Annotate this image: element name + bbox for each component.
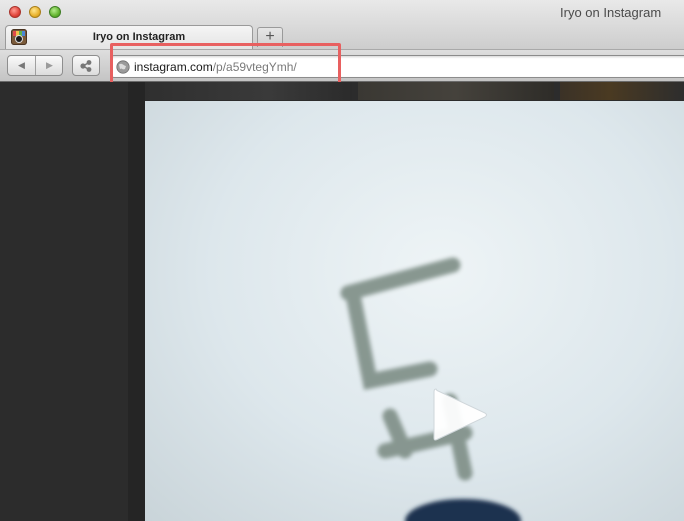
close-window-button[interactable] <box>9 6 21 18</box>
thumbnail-strip-image[interactable] <box>560 82 684 100</box>
browser-toolbar: ◀ ▶ instagram.com/p/a59vtegYmh/ <box>0 49 684 82</box>
window-title: Iryo on Instagram <box>560 5 662 20</box>
video-frame-image <box>340 257 521 521</box>
minimize-window-button[interactable] <box>29 6 41 18</box>
forward-arrow-icon[interactable]: ▶ <box>36 56 62 75</box>
web-page <box>0 82 684 521</box>
thumbnail-strip-image[interactable] <box>145 82 352 100</box>
video-player[interactable] <box>145 101 684 521</box>
window-titlebar: Iryo on Instagram Iryo on Instagram + <box>0 0 684 49</box>
back-arrow-icon[interactable]: ◀ <box>8 56 36 75</box>
thumbnail-strip-image[interactable] <box>358 82 554 100</box>
instagram-favicon-icon <box>11 29 27 45</box>
play-icon[interactable] <box>428 383 492 447</box>
share-button[interactable] <box>72 55 100 76</box>
page-sidebar <box>128 82 145 521</box>
navigation-buttons: ◀ ▶ <box>7 55 63 76</box>
tab-title: Iryo on Instagram <box>92 31 186 43</box>
zoom-window-button[interactable] <box>49 6 61 18</box>
share-icon <box>80 60 92 72</box>
